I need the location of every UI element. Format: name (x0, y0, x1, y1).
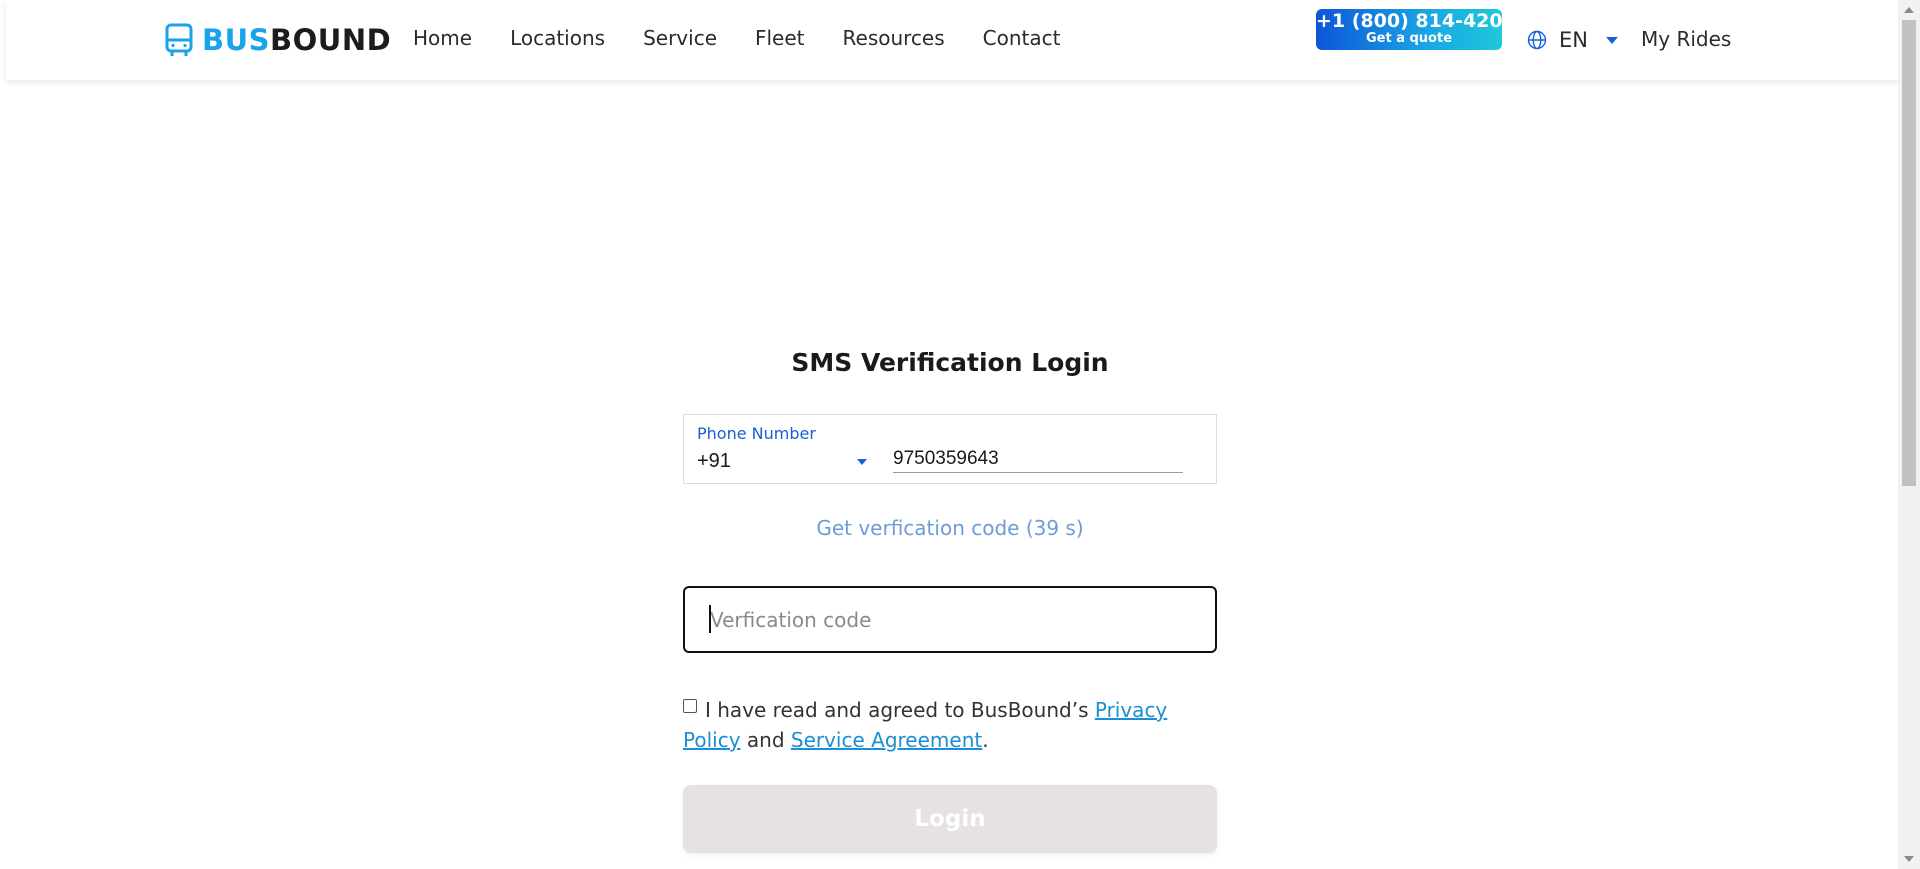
logo-text-bound: BOUND (270, 23, 392, 57)
chevron-down-icon (1605, 36, 1618, 44)
site-header: BUSBOUND Home Locations Service Fleet Re… (6, 0, 1898, 80)
phone-number-input[interactable] (893, 445, 1183, 473)
nav-locations[interactable]: Locations (510, 26, 605, 50)
nav-home[interactable]: Home (413, 26, 472, 50)
page: BUSBOUND Home Locations Service Fleet Re… (0, 0, 1898, 869)
phone-label: Phone Number (697, 424, 816, 443)
get-quote-label: Get a quote (1365, 31, 1453, 46)
text-cursor (709, 605, 711, 633)
nav-fleet[interactable]: Fleet (755, 26, 805, 50)
language-label: EN (1559, 28, 1588, 52)
chevron-down-icon (857, 459, 867, 465)
my-rides-link[interactable]: My Rides (1641, 27, 1731, 51)
main-nav: Home Locations Service Fleet Resources C… (413, 26, 1098, 50)
nav-resources[interactable]: Resources (843, 26, 945, 50)
scroll-up-arrow-icon[interactable] (1904, 7, 1914, 13)
agreement-suffix: . (982, 728, 989, 752)
login-button[interactable]: Login (683, 785, 1217, 853)
login-title: SMS Verification Login (791, 348, 1109, 377)
nav-service[interactable]: Service (643, 26, 717, 50)
agreement: I have read and agreed to BusBound’s Pri… (683, 695, 1217, 755)
logo-text-bus: BUS (202, 23, 271, 57)
scroll-down-arrow-icon[interactable] (1904, 856, 1914, 862)
agreement-checkbox[interactable] (683, 699, 697, 713)
language-selector[interactable]: EN (1527, 28, 1618, 52)
agreement-text: I have read and agreed to BusBound’s Pri… (683, 695, 1217, 755)
agreement-prefix: I have read and agreed to BusBound’s (705, 698, 1095, 722)
country-code-select[interactable]: +91 (697, 448, 867, 474)
get-verification-code-button[interactable]: Get verfication code (39 s) (683, 516, 1217, 540)
agreement-middle: and (740, 728, 791, 752)
vertical-scrollbar[interactable] (1898, 0, 1920, 869)
logo[interactable]: BUSBOUND (164, 22, 391, 58)
globe-icon (1527, 30, 1547, 50)
bus-icon (165, 23, 193, 56)
verification-code-input[interactable] (683, 586, 1217, 653)
logo-text: BUSBOUND (202, 23, 391, 57)
phone-number: +1 (800) 814-4204 (1316, 10, 1502, 32)
phone-field: Phone Number +91 (683, 414, 1217, 484)
country-code-value: +91 (697, 449, 731, 472)
phone-quote-button[interactable]: +1 (800) 814-4204 Get a quote (1316, 9, 1502, 50)
nav-contact[interactable]: Contact (983, 26, 1061, 50)
service-agreement-link[interactable]: Service Agreement (791, 728, 982, 752)
scrollbar-thumb[interactable] (1902, 20, 1916, 486)
